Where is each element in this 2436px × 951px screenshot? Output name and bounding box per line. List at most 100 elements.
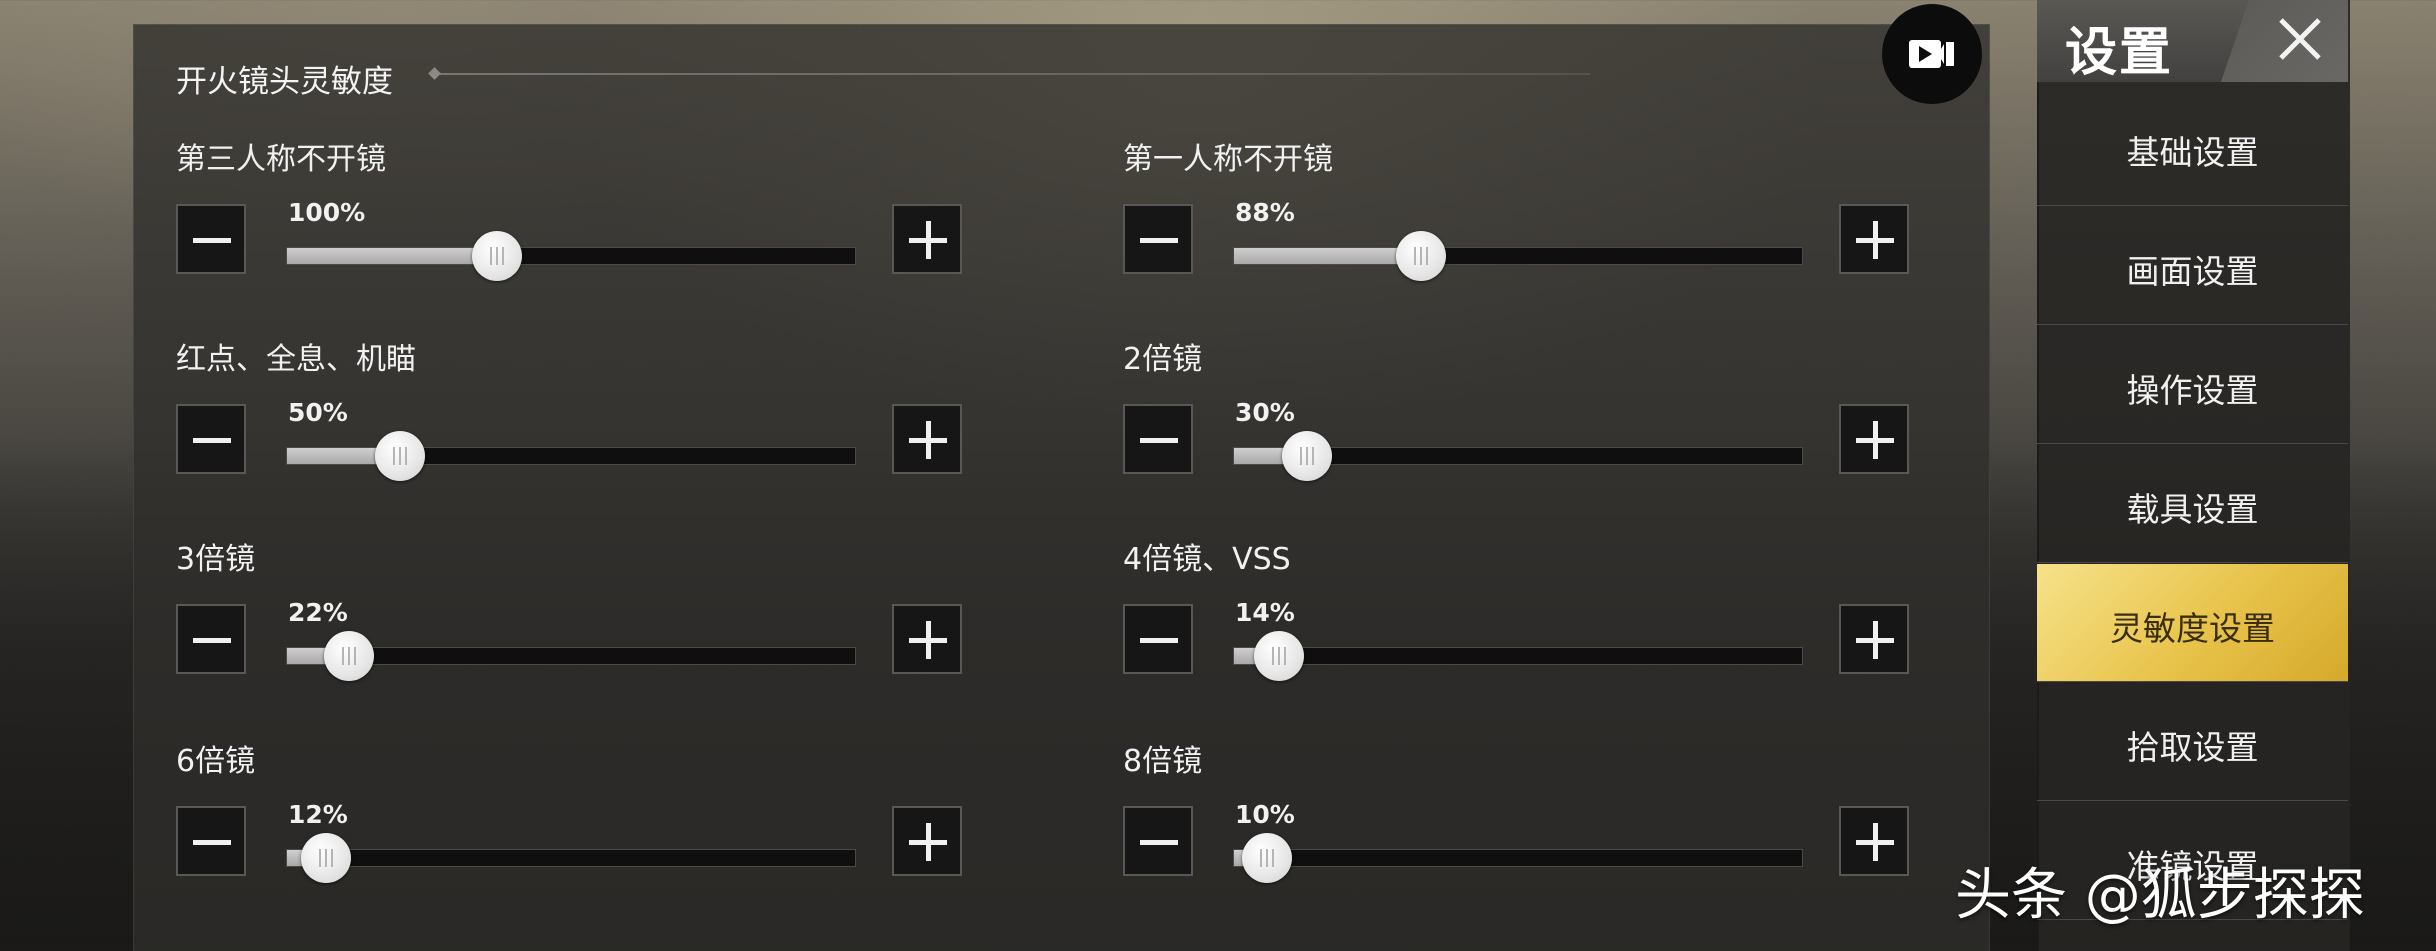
sensitivity-panel <box>133 24 1990 951</box>
thumb-grip-line <box>319 849 322 867</box>
section-divider <box>440 73 1590 75</box>
slider-value-label: 10% <box>1235 800 1295 829</box>
sidebar-item-5[interactable]: 拾取设置 <box>2037 683 2348 801</box>
thumb-grip-line <box>405 447 408 465</box>
slider-thumb[interactable] <box>301 833 352 883</box>
thumb-grip-line <box>1283 647 1286 665</box>
slider-fill <box>1234 248 1399 264</box>
decrease-button[interactable] <box>176 604 246 674</box>
increase-button[interactable] <box>1839 404 1909 474</box>
decrease-button[interactable] <box>176 204 246 274</box>
thumb-grip-line <box>490 247 493 265</box>
slider-fill <box>287 448 378 464</box>
plus-icon-vertical <box>1873 221 1878 259</box>
sensitivity-slider-track[interactable] <box>1233 849 1803 867</box>
sensitivity-slider-track[interactable] <box>1233 647 1803 665</box>
sensitivity-slider-track[interactable] <box>286 247 856 265</box>
watermark: 头条 @狐步探探 <box>1955 863 2365 928</box>
record-button[interactable] <box>1882 4 1982 104</box>
slider-thumb[interactable] <box>1396 231 1447 281</box>
decrease-button[interactable] <box>1123 604 1193 674</box>
sidebar-item-0[interactable]: 基础设置 <box>2037 88 2348 206</box>
thumb-grip-line <box>1300 447 1303 465</box>
close-icon[interactable] <box>2275 14 2325 64</box>
sidebar-item-label: 载具设置 <box>2126 490 2259 529</box>
thumb-grip-line <box>353 647 356 665</box>
minus-icon <box>193 438 231 443</box>
slider-fill <box>287 648 327 664</box>
setting-label: 第一人称不开镜 <box>1123 142 1333 177</box>
sidebar-item-label: 操作设置 <box>2126 371 2259 410</box>
minus-icon <box>193 638 231 643</box>
increase-button[interactable] <box>1839 806 1909 876</box>
plus-icon-vertical <box>1873 823 1878 861</box>
slider-thumb[interactable] <box>1253 631 1304 681</box>
setting-label: 第三人称不开镜 <box>176 142 386 177</box>
thumb-grip-line <box>1272 849 1275 867</box>
decrease-button[interactable] <box>1123 204 1193 274</box>
sidebar-item-label: 画面设置 <box>2126 252 2259 291</box>
slider-value-label: 30% <box>1235 398 1295 427</box>
thumb-grip-line <box>341 647 344 665</box>
plus-icon-vertical <box>926 221 931 259</box>
thumb-grip-line <box>1414 247 1417 265</box>
decrease-button[interactable] <box>176 806 246 876</box>
sidebar-item-2[interactable]: 操作设置 <box>2037 326 2348 444</box>
plus-icon-vertical <box>926 621 931 659</box>
thumb-grip-line <box>1312 447 1315 465</box>
minus-icon <box>1140 638 1178 643</box>
sensitivity-slider-track[interactable] <box>286 447 856 465</box>
decrease-button[interactable] <box>1123 806 1193 876</box>
minus-icon <box>1140 438 1178 443</box>
slider-thumb[interactable] <box>472 231 523 281</box>
slider-fill <box>1234 448 1286 464</box>
setting-label: 红点、全息、机瞄 <box>176 342 416 377</box>
sensitivity-slider-track[interactable] <box>286 849 856 867</box>
slider-thumb[interactable] <box>323 631 374 681</box>
thumb-grip-line <box>1266 849 1269 867</box>
thumb-grip-line <box>496 247 499 265</box>
increase-button[interactable] <box>1839 604 1909 674</box>
slider-value-label: 100% <box>288 198 366 227</box>
thumb-grip-line <box>331 849 334 867</box>
minus-icon <box>1140 238 1178 243</box>
plus-icon-vertical <box>926 823 931 861</box>
slider-value-label: 14% <box>1235 598 1295 627</box>
sidebar-item-3[interactable]: 载具设置 <box>2037 445 2348 563</box>
slider-value-label: 50% <box>288 398 348 427</box>
sidebar-item-1[interactable]: 画面设置 <box>2037 207 2348 325</box>
sidebar-item-label: 拾取设置 <box>2126 728 2259 767</box>
increase-button[interactable] <box>892 404 962 474</box>
increase-button[interactable] <box>892 806 962 876</box>
minus-icon <box>193 840 231 845</box>
thumb-grip-line <box>1426 247 1429 265</box>
thumb-grip-line <box>325 849 328 867</box>
video-camera-icon <box>1909 40 1954 68</box>
plus-icon-vertical <box>1873 621 1878 659</box>
sidebar-item-label: 基础设置 <box>2126 133 2259 172</box>
slider-fill <box>287 248 475 264</box>
slider-thumb[interactable] <box>375 431 426 481</box>
sensitivity-slider-track[interactable] <box>1233 247 1803 265</box>
minus-icon <box>193 238 231 243</box>
increase-button[interactable] <box>1839 204 1909 274</box>
plus-icon-vertical <box>926 421 931 459</box>
thumb-grip-line <box>1260 849 1263 867</box>
thumb-grip-line <box>1277 647 1280 665</box>
decrease-button[interactable] <box>176 404 246 474</box>
section-title: 开火镜头灵敏度 <box>176 64 393 100</box>
sidebar-title: 设置 <box>2065 23 2174 83</box>
increase-button[interactable] <box>892 204 962 274</box>
setting-label: 3倍镜 <box>176 542 256 577</box>
thumb-grip-line <box>399 447 402 465</box>
sidebar-item-label: 灵敏度设置 <box>2110 609 2275 648</box>
slider-value-label: 88% <box>1235 198 1295 227</box>
slider-thumb[interactable] <box>1282 431 1333 481</box>
slider-value-label: 12% <box>288 800 348 829</box>
thumb-grip-line <box>502 247 505 265</box>
thumb-grip-line <box>1306 447 1309 465</box>
sidebar-item-4[interactable]: 灵敏度设置 <box>2037 564 2348 682</box>
decrease-button[interactable] <box>1123 404 1193 474</box>
setting-label: 6倍镜 <box>176 744 256 779</box>
increase-button[interactable] <box>892 604 962 674</box>
